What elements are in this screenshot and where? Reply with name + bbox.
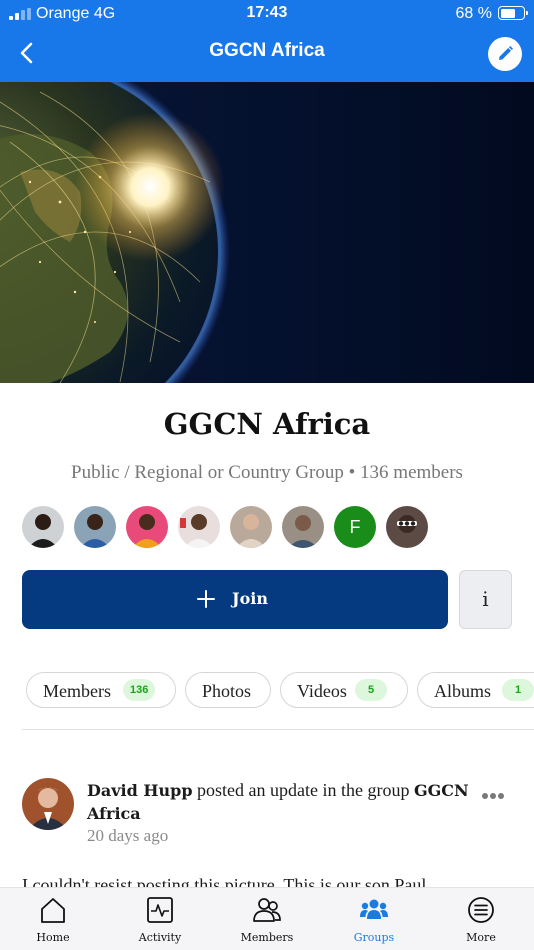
- battery-icon: [498, 6, 528, 20]
- tab-videos[interactable]: Videos 5: [280, 672, 408, 708]
- post-author[interactable]: David Hupp: [87, 781, 193, 800]
- battery-percent: 68 %: [455, 5, 492, 22]
- status-bar: Orange 4G 17:43 68 %: [0, 0, 534, 28]
- tab-label: Videos: [297, 681, 347, 701]
- divider: [22, 729, 534, 730]
- join-label: Join: [232, 589, 268, 608]
- post-header: David Hupp posted an update in the group…: [87, 779, 482, 825]
- more-menu-icon: [468, 897, 494, 923]
- pencil-icon: [499, 46, 513, 60]
- nav-activity[interactable]: Activity: [107, 888, 213, 950]
- status-time: 17:43: [246, 4, 288, 21]
- group-meta: Public / Regional or Country Group • 136…: [71, 462, 463, 483]
- tab-label: Albums: [434, 681, 492, 701]
- nav-more[interactable]: More: [428, 888, 534, 950]
- nav-groups[interactable]: Groups: [321, 888, 427, 950]
- nav-label: Members: [240, 931, 294, 944]
- activity-icon: [147, 897, 173, 923]
- avatar[interactable]: [126, 506, 168, 548]
- group-name: GGCN Africa: [163, 407, 371, 441]
- join-button[interactable]: Join: [22, 570, 448, 629]
- group-cover-image: [0, 82, 534, 383]
- count-badge: 5: [355, 679, 387, 701]
- post-action: posted an update in the group: [192, 780, 414, 800]
- edit-button[interactable]: [488, 37, 522, 71]
- app-header: Orange 4G 17:43 68 % GGCN Africa: [0, 0, 534, 82]
- bottom-nav: Home Activity Members Groups More: [0, 887, 534, 950]
- tab-members[interactable]: Members 136: [26, 672, 176, 708]
- avatar[interactable]: [230, 506, 272, 548]
- home-icon: [41, 898, 65, 923]
- nav-home[interactable]: Home: [0, 888, 106, 950]
- avatar[interactable]: [74, 506, 116, 548]
- nav-label: Activity: [138, 931, 182, 944]
- count-badge: 1: [502, 679, 534, 701]
- post-author-avatar[interactable]: [22, 778, 74, 830]
- tab-photos[interactable]: Photos: [185, 672, 271, 708]
- post-body: I couldn't resist posting this picture. …: [22, 874, 534, 888]
- post-options-button[interactable]: [480, 793, 506, 801]
- groups-icon: [360, 899, 388, 919]
- tab-albums[interactable]: Albums 1: [417, 672, 534, 708]
- post-timestamp: 20 days ago: [87, 826, 169, 845]
- nav-label: More: [466, 931, 496, 944]
- count-badge: 136: [123, 679, 156, 701]
- tab-label: Members: [43, 681, 111, 701]
- avatar[interactable]: [178, 506, 220, 548]
- avatar[interactable]: [386, 506, 428, 548]
- avatar[interactable]: [22, 506, 64, 548]
- nav-label: Groups: [353, 931, 395, 944]
- header-title: GGCN Africa: [209, 40, 325, 61]
- nav-members[interactable]: Members: [214, 888, 320, 950]
- plus-icon: [197, 590, 215, 608]
- avatar[interactable]: [282, 506, 324, 548]
- members-icon: [253, 898, 281, 922]
- tab-label: Photos: [202, 681, 252, 701]
- nav-label: Home: [36, 931, 70, 944]
- avatar[interactable]: F: [334, 506, 376, 548]
- info-button[interactable]: i: [459, 570, 512, 629]
